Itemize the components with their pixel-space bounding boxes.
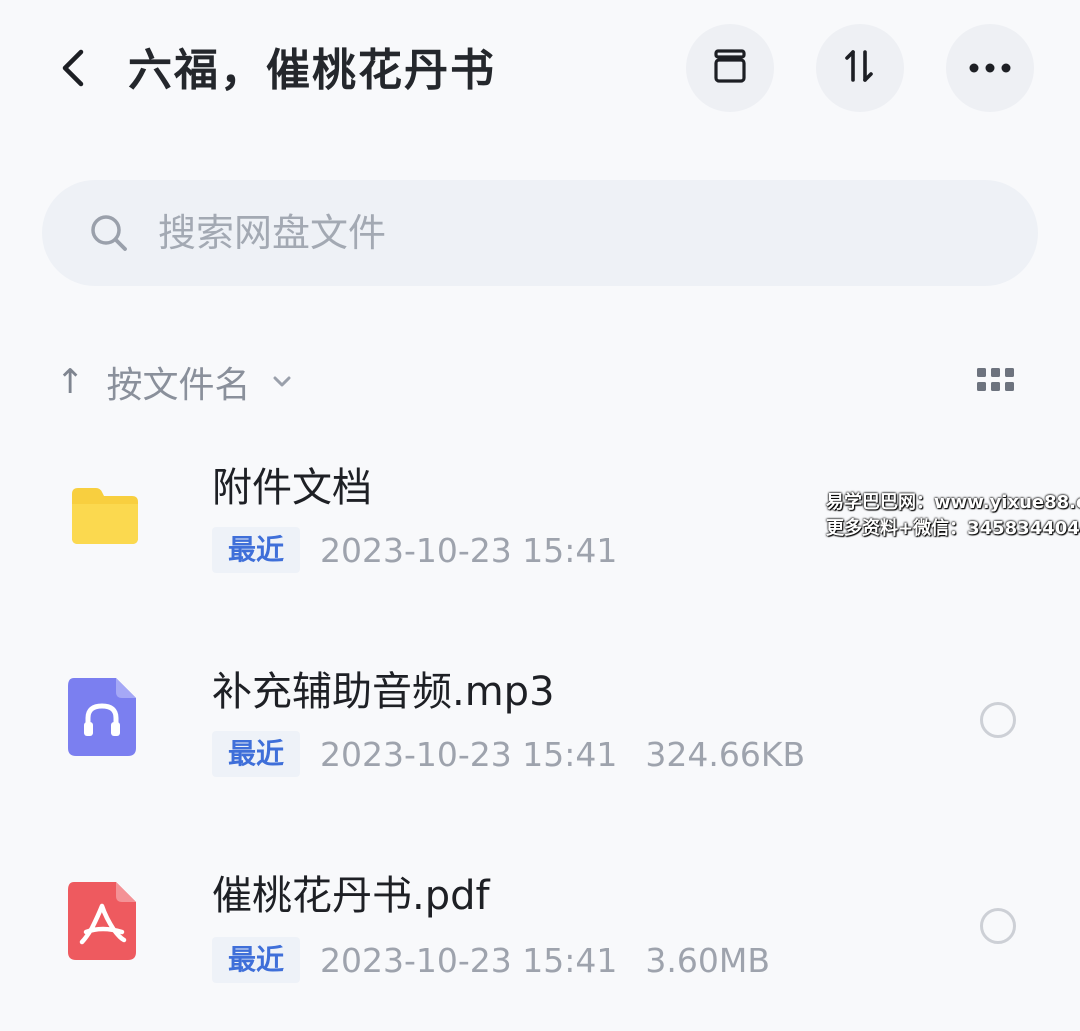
recent-badge: 最近: [212, 731, 301, 777]
file-datetime: 2023-10-23 15:41: [320, 734, 618, 774]
page-title: 六福，催桃花丹书: [128, 45, 496, 96]
recent-badge: 最近: [212, 937, 301, 983]
file-datetime: 2023-10-23 15:41: [320, 530, 618, 570]
watermark-line: 易学巴巴网：www.yixue88.cn: [826, 492, 1080, 513]
file-name: 附件文档: [212, 465, 372, 511]
file-row-audio[interactable]: 补充辅助音频.mp3 最近 2023-10-23 15:41 324.66KB: [0, 652, 1080, 822]
file-name: 补充辅助音频.mp3: [212, 669, 555, 715]
search-icon: [86, 210, 132, 256]
search-input[interactable]: [156, 210, 920, 256]
file-size: 3.60MB: [645, 940, 770, 980]
search-bar[interactable]: [42, 180, 1038, 286]
file-meta: 最近 2023-10-23 15:41 3.60MB: [212, 936, 798, 984]
recent-badge: 最近: [212, 527, 301, 573]
more-options-button[interactable]: [946, 24, 1034, 112]
file-row-pdf[interactable]: 催桃花丹书.pdf 最近 2023-10-23 15:41 3.60MB: [0, 856, 1080, 1026]
chevron-left-icon: [57, 48, 87, 92]
sort-selector[interactable]: ↑ 按文件名: [56, 352, 295, 412]
sort-direction-icon: ↑: [56, 362, 85, 402]
top-bar: 六福，催桃花丹书: [0, 0, 1080, 140]
watermark-overlay: 易学巴巴网：www.yixue88.cn 更多资料+微信：3458344044: [826, 490, 1080, 542]
file-name: 催桃花丹书.pdf: [212, 873, 490, 919]
audio-file-icon: [68, 678, 142, 760]
grid-view-icon: [976, 367, 1016, 397]
archive-button[interactable]: [686, 24, 774, 112]
file-datetime: 2023-10-23 15:41: [320, 940, 618, 980]
chevron-down-icon: [271, 370, 295, 394]
select-checkbox[interactable]: [980, 702, 1016, 738]
pdf-file-icon: [68, 882, 142, 964]
sort-label: 按文件名: [106, 365, 251, 406]
file-meta: 最近 2023-10-23 15:41: [212, 526, 645, 574]
sort-arrows-icon: [839, 46, 881, 90]
file-size: 324.66KB: [645, 734, 806, 774]
file-meta: 最近 2023-10-23 15:41 324.66KB: [212, 730, 833, 778]
view-toggle-button[interactable]: [970, 360, 1022, 404]
watermark-line: 更多资料+微信：3458344044: [826, 518, 1080, 539]
folder-icon: [68, 484, 142, 566]
select-checkbox[interactable]: [980, 908, 1016, 944]
archive-icon: [710, 46, 750, 90]
back-button[interactable]: [44, 40, 100, 100]
more-dots-icon: [968, 59, 1012, 78]
sort-order-button[interactable]: [816, 24, 904, 112]
